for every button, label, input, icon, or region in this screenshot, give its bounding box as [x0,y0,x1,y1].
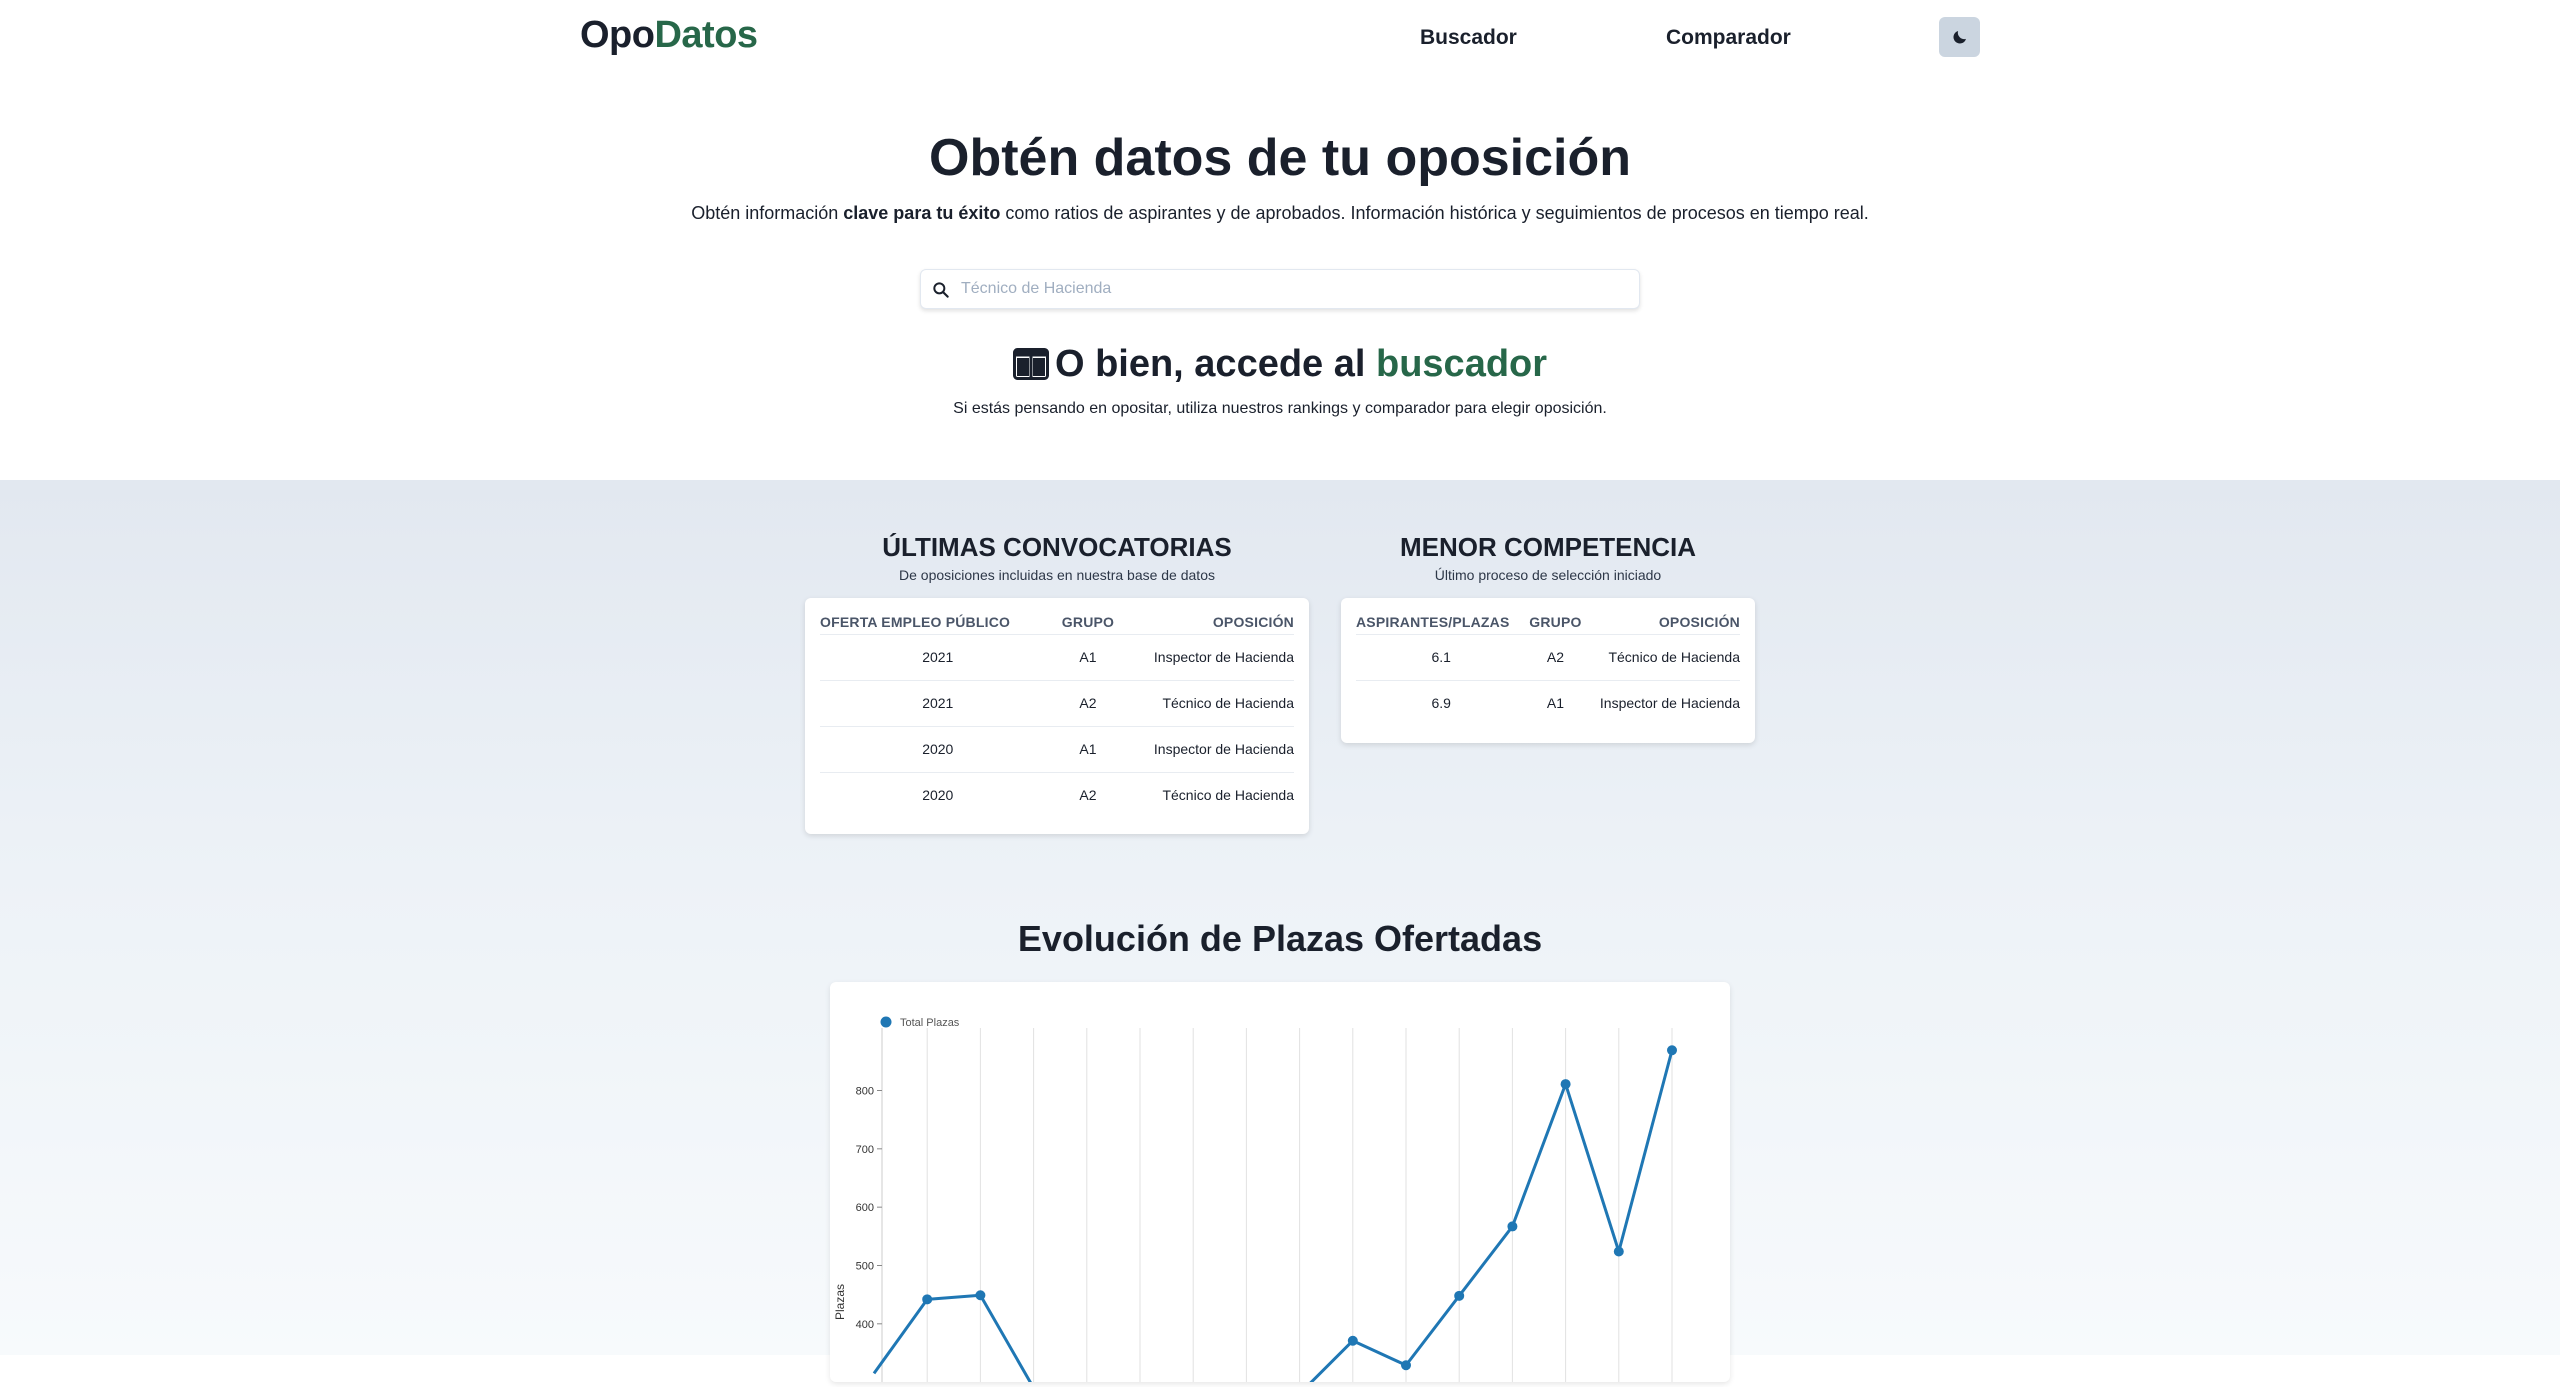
table-row[interactable]: 2020 A1 Inspector de Hacienda [820,725,1294,772]
cell-oposicion: Inspector de Hacienda [1120,633,1294,680]
cell-oferta: 2021 [820,633,1056,680]
logo-text-opo: Opo [580,14,655,56]
alt-access-text: O bien, accede al [1054,343,1376,385]
col-header-aspirantes: ASPIRANTES/PLAZAS [1356,613,1510,630]
hero-subtitle: Obtén información clave para tu éxito co… [0,203,2560,224]
ultimas-header: ÚLTIMAS CONVOCATORIAS De oposiciones inc… [805,532,1309,583]
data-point [1347,1335,1358,1346]
data-point [1507,1221,1518,1232]
cell-oferta: 2020 [820,771,1056,818]
search-input[interactable] [961,270,1631,308]
cell-grupo: A2 [1055,679,1121,726]
cell-oposicion: Técnico de Hacienda [1120,771,1294,818]
legend-marker [880,1016,892,1028]
logo-text-datos: Datos [654,14,758,56]
cell-oferta: 2020 [820,725,1056,772]
cell-oposicion: Técnico de Hacienda [1120,679,1294,726]
menor-title: MENOR COMPETENCIA [1399,532,1697,562]
col-header-oferta: OFERTA EMPLEO PÚBLICO [820,613,1011,630]
cell-grupo: A1 [1526,679,1585,726]
cell-oferta: 2021 [820,679,1056,726]
data-point [1454,1290,1465,1301]
moon-icon [1952,31,1966,44]
alt-access-subtitle: Si estás pensando en opositar, utiliza n… [953,400,1607,417]
data-point [1401,1360,1411,1371]
table-row[interactable]: 2020 A2 Técnico de Hacienda [820,771,1294,818]
menor-header: MENOR COMPETENCIA Último proceso de sele… [1341,532,1755,583]
y-tick-label: 400 [856,1319,874,1331]
table-row[interactable]: 2021 A1 Inspector de Hacienda [820,633,1294,680]
ultimas-card: OFERTA EMPLEO PÚBLICO GRUPO OPOSICIÓN 20… [805,598,1309,834]
alt-access-title: O bien, accede al buscador [0,343,2560,386]
nav-link-comparador[interactable]: Comparador [1666,26,1791,50]
cell-aspirantes: 6.1 [1356,633,1527,680]
y-tick-label: 800 [856,1085,874,1097]
search-icon [933,282,949,298]
hero-subtitle-pre: Obtén información [691,203,844,223]
navbar: OpoDatos Buscador Comparador [0,0,2560,75]
y-tick-label: 600 [856,1202,874,1214]
ultimas-desc: De oposiciones incluidas en nuestra base… [899,567,1215,583]
cell-grupo: A1 [1055,633,1121,680]
table-icon [1012,348,1049,380]
data-point [1667,1045,1677,1056]
hero-title: Obtén datos de tu oposición [929,129,1631,187]
theme-toggle-button[interactable] [1939,17,1980,57]
table-row[interactable]: 6.9 A1 Inspector de Hacienda [1356,679,1740,726]
menor-card: ASPIRANTES/PLAZAS GRUPO OPOSICIÓN 6.1 A2… [1341,598,1755,743]
y-tick-label: 700 [856,1144,874,1156]
data-point [1613,1246,1624,1257]
cell-oposicion: Inspector de Hacienda [1584,679,1740,726]
logo[interactable]: OpoDatos [580,14,758,57]
col-header-oposicion: OPOSICIÓN [1658,613,1740,630]
legend-label: Total Plazas [900,1017,960,1029]
nav-link-buscador[interactable]: Buscador [1420,26,1517,50]
ultimas-table: OFERTA EMPLEO PÚBLICO GRUPO OPOSICIÓN 20… [820,610,1294,818]
series-line-total-plazas [1304,1049,1674,1387]
col-header-oposicion: OPOSICIÓN [1212,613,1294,630]
buscador-link[interactable]: buscador [1376,343,1547,385]
cell-grupo: A2 [1526,633,1585,680]
hero-subtitle-post: como ratios de aspirantes y de aprobados… [1000,203,1869,223]
chart-title: Evolución de Plazas Ofertadas [1017,918,1543,959]
y-tick-label: 500 [856,1260,874,1272]
data-point [975,1290,986,1301]
y-axis-label: Plazas [833,1284,847,1320]
chart-card: 400 500 600 700 800 Plazas Total Plazas [830,982,1730,1387]
cell-oposicion: Técnico de Hacienda [1584,633,1740,680]
ultimas-title: ÚLTIMAS CONVOCATORIAS [882,532,1232,562]
cell-aspirantes: 6.9 [1356,679,1527,726]
menor-table: ASPIRANTES/PLAZAS GRUPO OPOSICIÓN 6.1 A2… [1356,610,1740,726]
table-row[interactable]: 6.1 A2 Técnico de Hacienda [1356,633,1740,680]
cell-grupo: A2 [1055,771,1121,818]
series-line-total-plazas [872,1293,1035,1387]
col-header-grupo: GRUPO [1061,613,1115,630]
col-header-grupo: GRUPO [1529,613,1582,630]
table-row[interactable]: 2021 A2 Técnico de Hacienda [820,679,1294,726]
search-box[interactable] [920,269,1640,309]
cell-oposicion: Inspector de Hacienda [1120,725,1294,772]
hero-subtitle-bold: clave para tu éxito [843,203,1001,223]
cell-grupo: A1 [1055,725,1121,772]
menor-desc: Último proceso de selección iniciado [1434,567,1662,583]
data-point [922,1294,933,1305]
plazas-line-chart: 400 500 600 700 800 Plazas Total Plazas [833,1016,1677,1387]
data-point [1560,1079,1571,1090]
